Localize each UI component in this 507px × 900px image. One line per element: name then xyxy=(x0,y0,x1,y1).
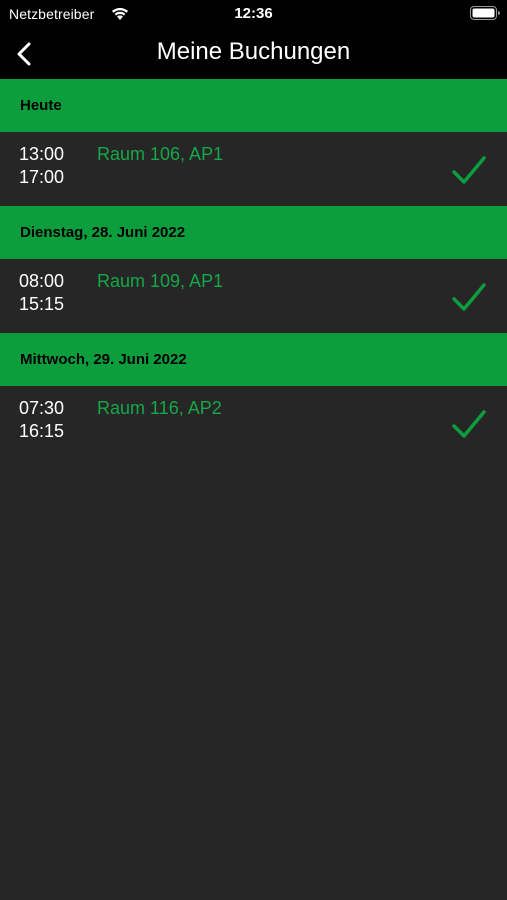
booking-start-time: 13:00 xyxy=(19,144,65,164)
screen: Netzbetreiber 12:36 Meine Buchungen Heut… xyxy=(0,0,507,900)
checkmark-icon xyxy=(452,156,486,184)
booking-end-time: 15:15 xyxy=(19,294,65,314)
booking-row[interactable]: 08:00 15:15 Raum 109, AP1 xyxy=(0,259,507,333)
booking-end-time: 17:00 xyxy=(19,167,65,187)
section-header-wednesday: Mittwoch, 29. Juni 2022 xyxy=(0,333,507,386)
booking-room: Raum 106, AP1 xyxy=(97,144,224,164)
booking-start-time: 07:30 xyxy=(19,398,65,418)
status-bar: Netzbetreiber 12:36 xyxy=(0,0,507,30)
navigation-bar: Meine Buchungen xyxy=(0,30,507,79)
booking-room: Raum 109, AP1 xyxy=(97,271,224,291)
booking-row[interactable]: 07:30 16:15 Raum 116, AP2 xyxy=(0,386,507,460)
checkmark-icon xyxy=(452,410,486,438)
section-header-tuesday: Dienstag, 28. Juni 2022 xyxy=(0,206,507,259)
booking-row[interactable]: 13:00 17:00 Raum 106, AP1 xyxy=(0,132,507,206)
booking-room: Raum 116, AP2 xyxy=(97,398,222,418)
battery-icon xyxy=(470,6,500,20)
booking-start-time: 08:00 xyxy=(19,271,65,291)
section-header-today: Heute xyxy=(0,79,507,132)
checkmark-icon xyxy=(452,283,486,311)
page-title: Meine Buchungen xyxy=(156,38,351,65)
booking-end-time: 16:15 xyxy=(19,421,65,441)
clock: 12:36 xyxy=(234,5,273,22)
bookings-list: Heute 13:00 17:00 Raum 106, AP1 Dienstag… xyxy=(0,79,507,460)
